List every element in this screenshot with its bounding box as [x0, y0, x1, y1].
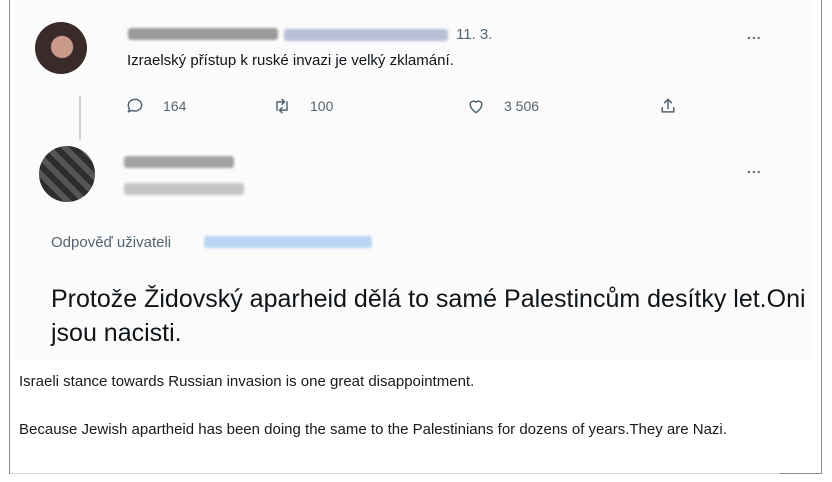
avatar[interactable]: [35, 22, 87, 74]
reply-count: 164: [163, 98, 187, 114]
more-options-button[interactable]: ...: [747, 160, 762, 176]
retweet-arrows-icon: [276, 98, 288, 114]
thread-connector-line: [79, 96, 81, 140]
tweet-text: Izraelský přístup k ruské invazi je velk…: [127, 52, 454, 69]
translation-first-tweet: Israeli stance towards Russian invasion …: [19, 373, 475, 390]
reply-to-label: Odpověď uživateli: [51, 234, 172, 251]
frame-divider: [10, 473, 780, 474]
translation-reply-tweet: Because Jewish apartheid has been doing …: [19, 421, 727, 438]
like-count: 3 506: [504, 98, 540, 114]
like-button[interactable]: 3 506: [466, 96, 539, 116]
redacted-username[interactable]: [124, 183, 244, 195]
avatar[interactable]: [39, 146, 95, 202]
reply-tweet-text: Protože Židovský aparheid dělá to samé P…: [51, 285, 806, 347]
redacted-reply-to-username[interactable]: [204, 236, 372, 248]
tweet-thread-card: 11. 3. ... Izraelský přístup k ruské inv…: [14, 0, 812, 360]
redacted-username[interactable]: [284, 29, 448, 41]
redacted-display-name[interactable]: [128, 28, 278, 40]
more-options-button[interactable]: ...: [747, 26, 762, 42]
share-upload-icon: [661, 98, 675, 113]
retweet-button[interactable]: 100: [272, 96, 333, 116]
speech-bubble-icon: [127, 98, 143, 113]
retweet-count: 100: [310, 98, 334, 114]
redacted-display-name[interactable]: [124, 156, 234, 168]
reply-button[interactable]: 164: [125, 96, 186, 116]
heart-icon: [469, 100, 483, 114]
tweet-date[interactable]: 11. 3.: [456, 26, 492, 43]
share-button[interactable]: [658, 96, 678, 116]
